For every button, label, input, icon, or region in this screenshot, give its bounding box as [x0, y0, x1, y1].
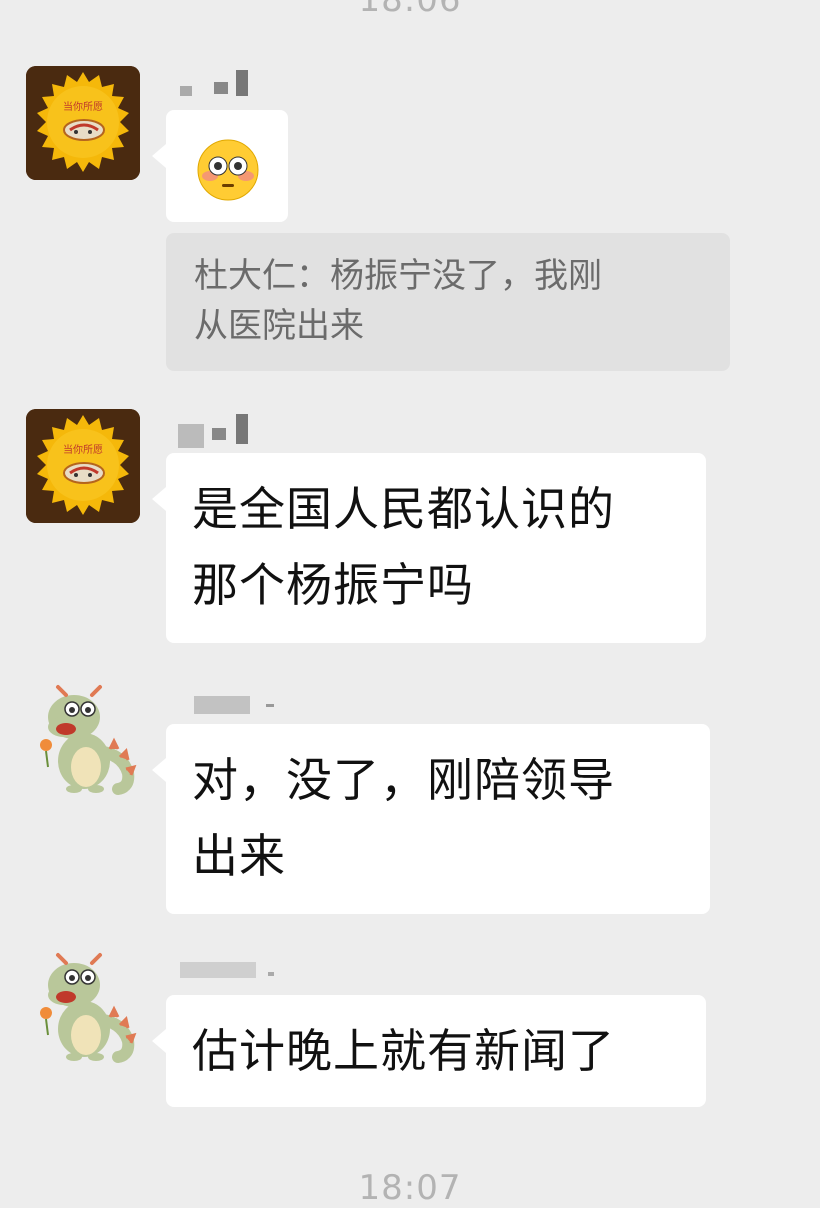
dragon-cartoon-icon	[26, 951, 140, 1065]
flushed-face-emoji-icon	[197, 139, 259, 201]
sun-avatar[interactable]: 当你所愿	[26, 409, 140, 523]
sender-name-blurred	[178, 414, 278, 448]
dragon-avatar[interactable]	[26, 683, 140, 797]
message-bubble-text[interactable]: 估计晚上就有新闻了	[152, 995, 706, 1107]
message-bubble-emoji[interactable]	[152, 110, 288, 222]
dragon-avatar[interactable]	[26, 951, 140, 1065]
message-bubble-text[interactable]: 对，没了，刚陪领导 出来	[152, 724, 710, 914]
message-text: 对，没了，刚陪领导 出来	[192, 753, 615, 883]
message-text: 是全国人民都认识的 那个杨振宁吗	[192, 482, 615, 612]
sender-name-blurred	[178, 958, 278, 986]
quoted-message[interactable]: 杜大仁：杨振宁没了，我刚 从医院出来	[166, 233, 730, 371]
timestamp-top: 18:06	[358, 0, 462, 20]
sun-cookie-icon: 当你所愿	[26, 66, 140, 180]
chat-window: 18:06 当你所愿 杜大仁：杨振宁没了，我刚 从医院出来 当你所愿 是全国人民…	[0, 0, 820, 1208]
dragon-cartoon-icon	[26, 683, 140, 797]
message-bubble-text[interactable]: 是全国人民都认识的 那个杨振宁吗	[152, 453, 706, 643]
message-text: 估计晚上就有新闻了	[192, 1024, 615, 1078]
svg-text:当你所愿: 当你所愿	[63, 443, 103, 456]
sender-name-blurred	[178, 70, 278, 98]
svg-text:当你所愿: 当你所愿	[63, 100, 103, 113]
sun-cookie-icon: 当你所愿	[26, 409, 140, 523]
timestamp-bottom: 18:07	[358, 1168, 462, 1208]
sender-name-blurred	[178, 690, 278, 718]
sun-avatar[interactable]: 当你所愿	[26, 66, 140, 180]
